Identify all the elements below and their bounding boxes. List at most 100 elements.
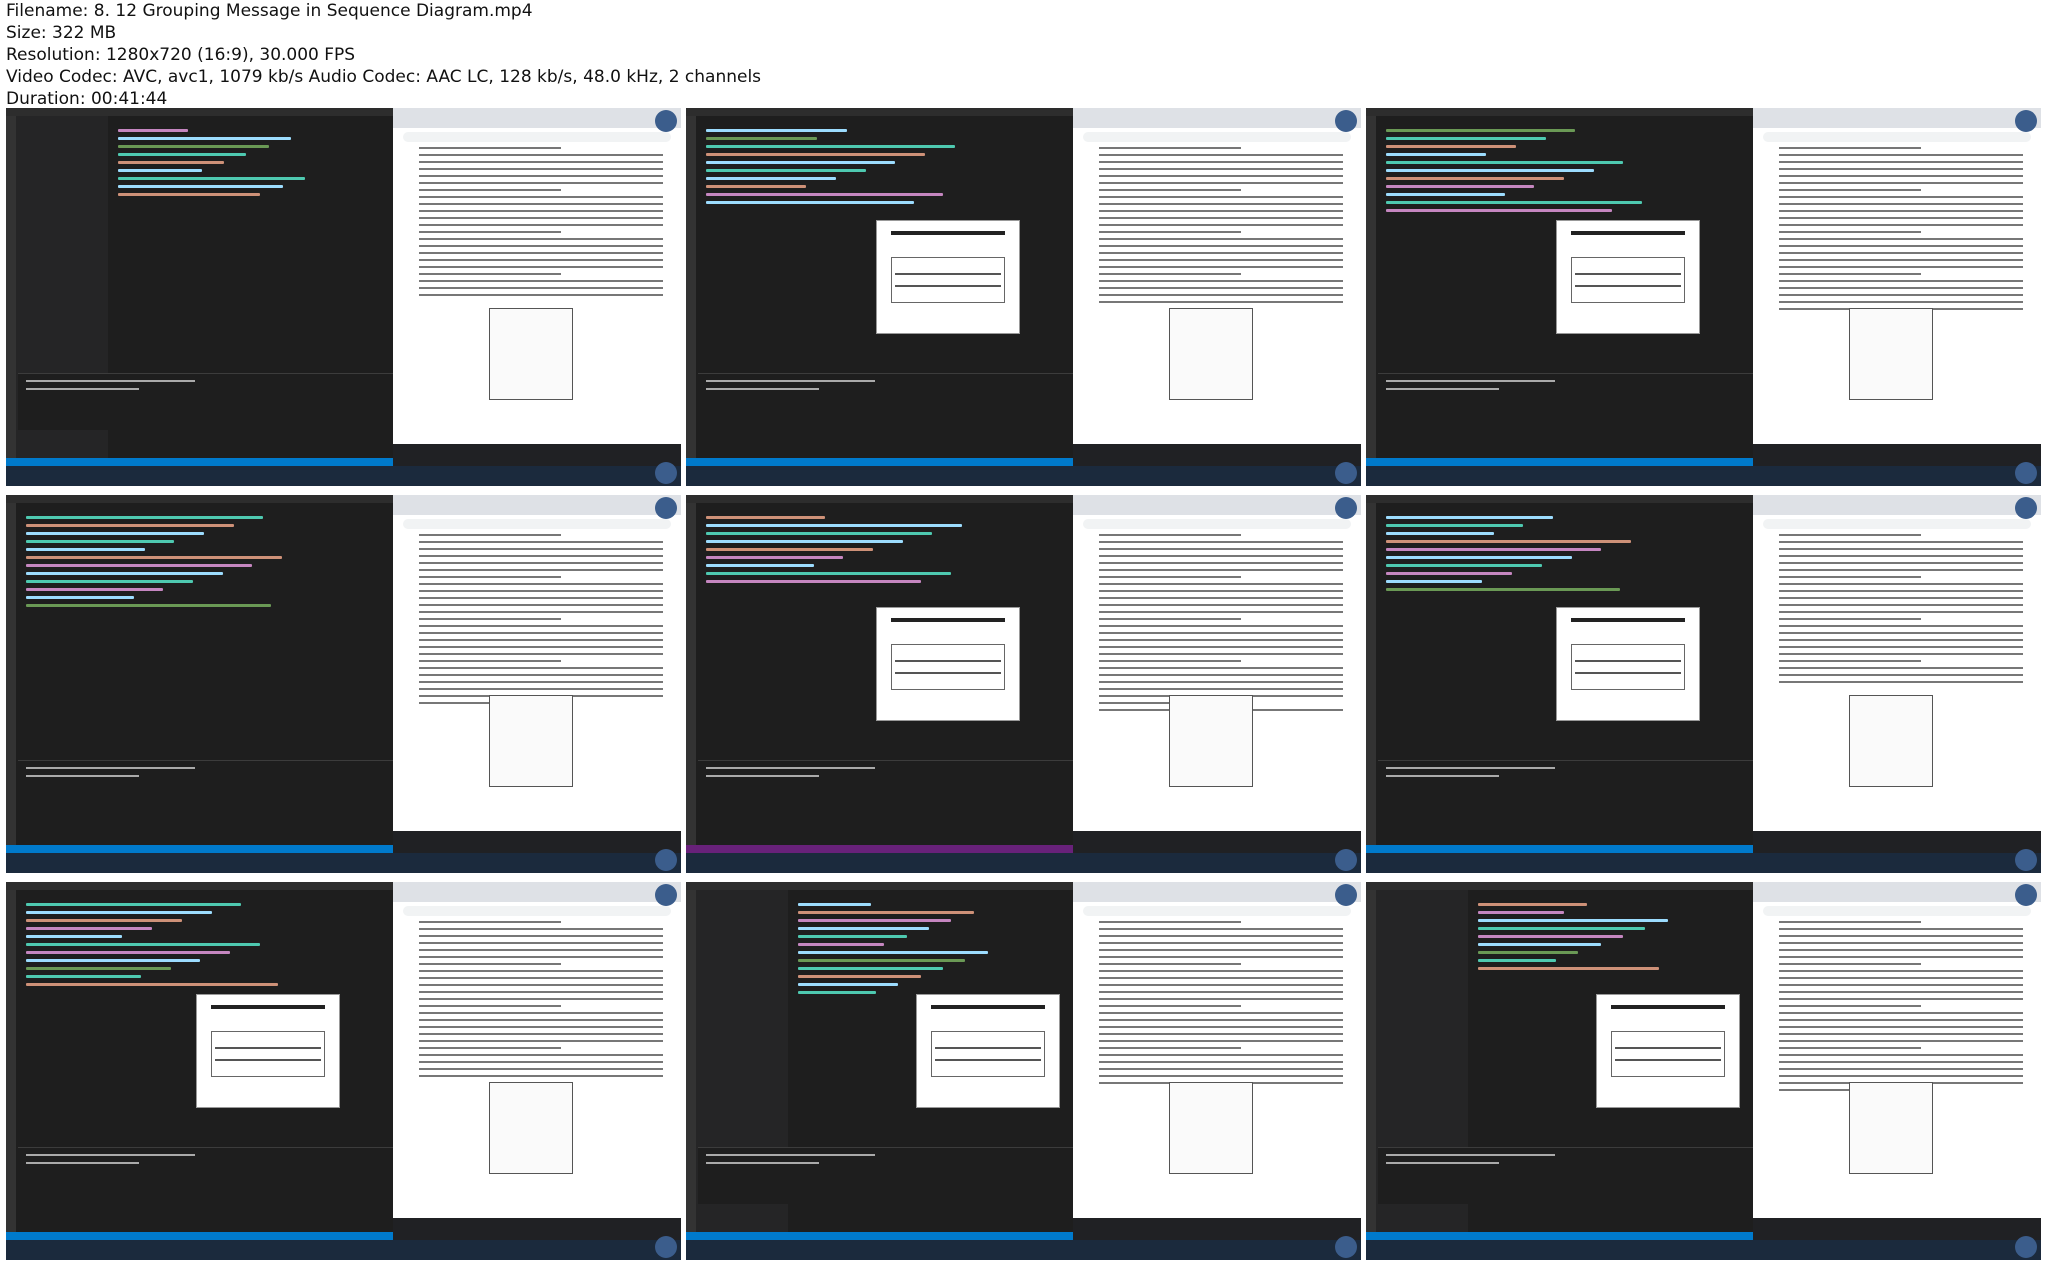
pdf-text-line [419, 597, 663, 599]
pdf-text-line [1779, 1040, 2023, 1042]
browser-tabs [1073, 495, 1361, 515]
code-line [1386, 153, 1487, 156]
address-bar [1083, 519, 1351, 529]
preview-arrow [935, 1047, 1041, 1049]
webcam-avatar-icon [1335, 884, 1357, 906]
pdf-text-line [1779, 161, 2023, 163]
webcam-avatar-icon [655, 110, 677, 132]
pdf-text-line [419, 632, 663, 634]
video-thumbnail [686, 495, 1361, 873]
code-line [706, 137, 818, 140]
code-line [706, 145, 955, 148]
pdf-text-line [419, 280, 663, 282]
pdf-text-line [1099, 562, 1343, 564]
pdf-text-line [419, 231, 561, 233]
code-line [26, 911, 212, 914]
pdf-text-line [1099, 942, 1343, 944]
pdf-text-line [1099, 555, 1343, 557]
pdf-text-line [419, 273, 561, 275]
resolution-line: Resolution: 1280x720 (16:9), 30.000 FPS [6, 45, 356, 65]
pdf-viewer [393, 882, 681, 1240]
pdf-text-line [1099, 583, 1343, 585]
pdf-diagram [1849, 695, 1933, 787]
preview-group-box [931, 1031, 1045, 1077]
pdf-text-line [1099, 301, 1343, 303]
pdf-text-line [419, 562, 663, 564]
pdf-text-line [419, 1068, 663, 1070]
pdf-text-line [1779, 238, 2023, 240]
duration-line: Duration: 00:41:44 [6, 89, 168, 109]
code-line [1386, 129, 1576, 132]
pdf-text-line [419, 576, 561, 578]
status-bar [1366, 458, 1753, 466]
terminal-line [1386, 1154, 1555, 1156]
pdf-text-line [1099, 175, 1343, 177]
webcam-avatar-icon [655, 497, 677, 519]
pdf-text-line [1099, 639, 1343, 641]
pdf-text-line [1779, 963, 1921, 965]
code-line [118, 185, 283, 188]
pdf-text-line [419, 259, 663, 261]
pdf-text-line [1779, 273, 1921, 275]
terminal-line [26, 1154, 195, 1156]
pdf-text-line [419, 977, 663, 979]
pdf-text-line [1779, 681, 2023, 683]
terminal-line [1386, 1162, 1499, 1164]
pdf-text-line [1099, 224, 1343, 226]
pdf-text-line [419, 287, 663, 289]
pdf-text-line [419, 1005, 561, 1007]
pdf-text-line [1779, 182, 2023, 184]
code-line [798, 951, 988, 954]
title-bar [6, 495, 393, 503]
pdf-text-line [1779, 541, 2023, 543]
pdf-text-line [419, 1019, 663, 1021]
preview-title [1571, 618, 1685, 622]
pdf-text-line [1099, 991, 1343, 993]
terminal-line [26, 1162, 139, 1164]
webcam-avatar-icon [2015, 1236, 2037, 1258]
pdf-diagram [1169, 1082, 1253, 1174]
browser-tabs [393, 882, 681, 902]
video-thumbnail [6, 108, 681, 486]
pdf-diagram [1849, 308, 1933, 400]
pdf-text-line [419, 534, 561, 536]
pdf-text-line [1099, 935, 1343, 937]
code-line [706, 201, 914, 204]
browser-tabs [1753, 108, 2041, 128]
pdf-text-line [1779, 210, 2023, 212]
video-thumbnail [1366, 108, 2041, 486]
pdf-text-line [419, 1026, 663, 1028]
pdf-text-line [419, 1012, 663, 1014]
pdf-text-line [1779, 301, 2023, 303]
code-line [706, 580, 922, 583]
pdf-text-line [1099, 576, 1241, 578]
webcam-avatar-icon [1335, 462, 1357, 484]
address-bar [1763, 906, 2031, 916]
code-line [706, 161, 896, 164]
pdf-text-line [1779, 660, 1921, 662]
pdf-viewer [1073, 882, 1361, 1240]
preview-arrow [1615, 1047, 1721, 1049]
code-line [26, 959, 201, 962]
pdf-text-line [1779, 1019, 2023, 1021]
pdf-text-line [1099, 534, 1241, 536]
status-bar [1366, 1232, 1753, 1240]
pdf-text-line [1099, 653, 1343, 655]
pdf-text-line [1779, 562, 2023, 564]
pdf-text-line [419, 541, 663, 543]
pdf-text-line [419, 935, 663, 937]
browser-tabs [1073, 108, 1361, 128]
terminal-line [1386, 380, 1555, 382]
code-line [26, 975, 141, 978]
terminal-line [26, 380, 195, 382]
pdf-text-line [419, 991, 663, 993]
terminal-line [1386, 767, 1555, 769]
pdf-text-line [1099, 646, 1343, 648]
pdf-text-line [1779, 294, 2023, 296]
pdf-text-line [1779, 984, 2023, 986]
code-line [706, 516, 825, 519]
pdf-text-line [1099, 210, 1343, 212]
pdf-text-line [1099, 949, 1343, 951]
terminal-panel [18, 760, 393, 817]
code-line [1386, 209, 1613, 212]
